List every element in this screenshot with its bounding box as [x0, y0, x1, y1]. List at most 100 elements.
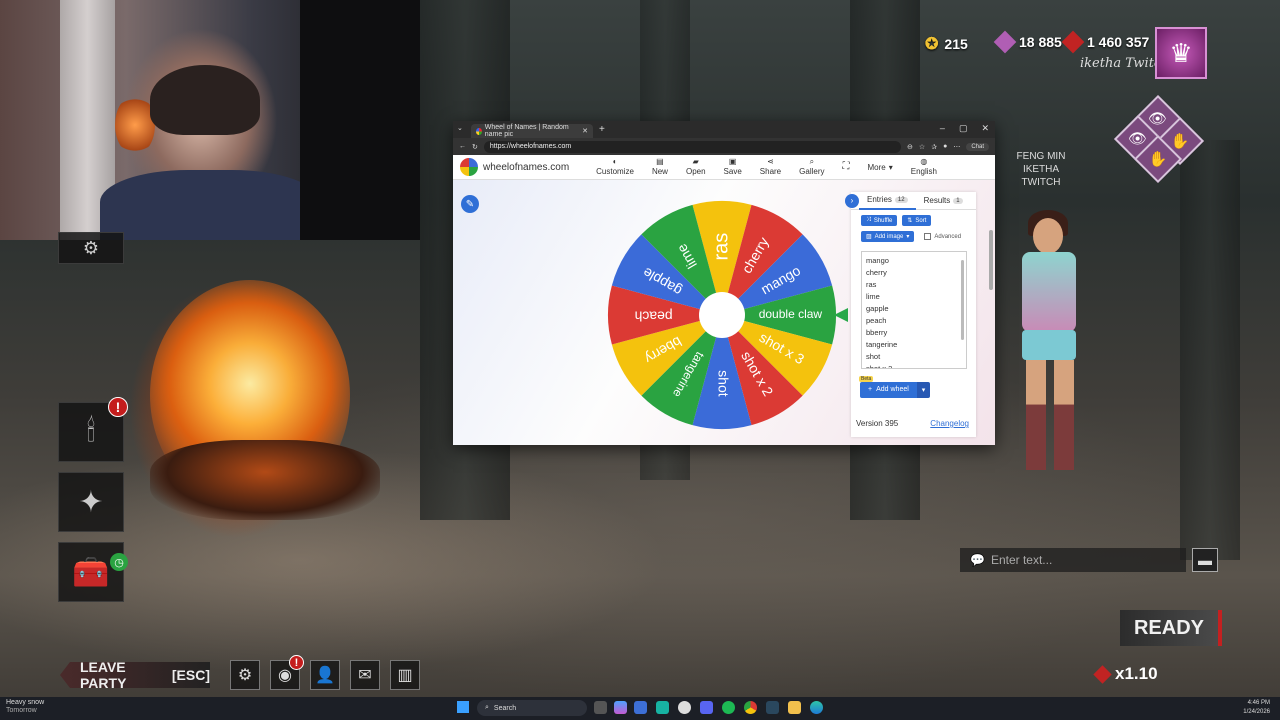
wheel[interactable]: ras cherry mango double claw shot x 3 shot x …: [606, 199, 838, 431]
changelog-link[interactable]: Changelog: [930, 419, 969, 428]
item-slot[interactable]: 🧰: [58, 542, 124, 602]
bookmark-star-icon[interactable]: ☆: [919, 143, 925, 151]
shards-counter: ✪ 215: [925, 34, 968, 54]
entry-item[interactable]: cherry: [866, 267, 962, 279]
entry-item[interactable]: shot x 2: [866, 363, 962, 368]
wheel-svg[interactable]: ras cherrymangodouble clawshot x 3shot x …: [606, 199, 838, 431]
edit-pen-icon[interactable]: ✎: [461, 195, 479, 213]
entry-item[interactable]: tangerine: [866, 339, 962, 351]
ready-button[interactable]: READY: [1120, 610, 1222, 646]
archives-icon[interactable]: ✉: [350, 660, 380, 690]
favorites-icon[interactable]: ✰: [931, 143, 937, 151]
steam-icon[interactable]: [766, 701, 779, 714]
entry-item[interactable]: bberry: [866, 327, 962, 339]
chat-toggle-button[interactable]: ▬: [1192, 548, 1218, 572]
nav-more[interactable]: More ▾: [867, 163, 892, 172]
entry-item[interactable]: gapple: [866, 303, 962, 315]
edge-icon[interactable]: [810, 701, 823, 714]
taskbar-search[interactable]: ⌕ Search: [477, 700, 587, 716]
nav-fullscreen[interactable]: ⛶: [842, 162, 849, 172]
close-icon[interactable]: ✕: [981, 123, 989, 134]
add-image-button[interactable]: ▨ Add image ▾: [861, 231, 915, 242]
nav-customize[interactable]: ◐ Customize: [596, 158, 634, 177]
site-brand[interactable]: wheelofnames.com: [483, 162, 569, 173]
image-icon: ▨: [866, 234, 872, 240]
entries-toolbar: ⤨ Shuffle ⇅ Sort: [851, 210, 976, 226]
entries-scrollbar[interactable]: [961, 260, 964, 340]
chat-input[interactable]: 💬 Enter text...: [960, 548, 1186, 572]
page-scrollbar[interactable]: [989, 230, 993, 290]
leave-party-button[interactable]: LEAVE PARTY [ESC]: [60, 662, 210, 688]
minimize-icon[interactable]: –: [940, 123, 945, 134]
new-file-icon: ▤: [656, 157, 664, 166]
new-tab-icon[interactable]: +: [599, 124, 605, 135]
version-label: Version 395: [856, 419, 899, 428]
entry-item[interactable]: shot: [866, 351, 962, 363]
copilot-chat-button[interactable]: Chat: [966, 142, 989, 151]
clock-badge-icon: ◷: [110, 553, 128, 571]
nav-save[interactable]: ▣ Save: [724, 158, 742, 177]
add-wheel-button[interactable]: + Add wheel: [860, 382, 917, 398]
wheel-logo-icon: [460, 158, 478, 176]
player-portrait[interactable]: ♛: [1155, 27, 1207, 79]
chrome-icon[interactable]: [744, 701, 757, 714]
file-explorer-icon[interactable]: [788, 701, 801, 714]
nav-open[interactable]: ▰ Open: [686, 158, 706, 177]
profile-avatar-icon[interactable]: ●: [943, 143, 947, 150]
address-bar[interactable]: https://wheelofnames.com: [483, 140, 902, 153]
entry-item[interactable]: mango: [866, 255, 962, 267]
globe-icon: ◍: [920, 157, 928, 166]
store-icon[interactable]: [634, 701, 647, 714]
task-view-icon[interactable]: [594, 701, 607, 714]
tab-results[interactable]: Results 1: [916, 192, 971, 210]
site-navbar: wheelofnames.com ◐ Customize ▤ New ▰ Open ▣…: [453, 155, 995, 180]
entries-textarea[interactable]: mango cherry ras lime gapple peach bberry tange…: [861, 251, 967, 369]
browser-tab[interactable]: Wheel of Names | Random name pic ✕: [471, 124, 593, 138]
wheel-segment-label: shot: [715, 370, 731, 397]
perk-slot[interactable]: ✦: [58, 472, 124, 532]
webcam-streamer: [150, 65, 260, 135]
entry-item[interactable]: lime: [866, 291, 962, 303]
back-icon[interactable]: ←: [459, 143, 466, 150]
zoom-icon[interactable]: ⊖: [907, 143, 913, 151]
settings-icon[interactable]: ⚙: [230, 660, 260, 690]
spotify-icon[interactable]: [722, 701, 735, 714]
system-clock[interactable]: 4:46 PM 1/24/2026: [1243, 699, 1270, 717]
shuffle-button[interactable]: ⤨ Shuffle: [861, 215, 898, 226]
entry-item[interactable]: peach: [866, 315, 962, 327]
wheel-favicon-icon: [476, 127, 482, 135]
windows-taskbar: Heavy snow Tomorrow ⌕ Search 4:46 PM 1/2…: [0, 697, 1280, 720]
advanced-checkbox[interactable]: Advanced: [924, 233, 961, 240]
nav-new[interactable]: ▤ New: [652, 157, 668, 177]
refresh-icon[interactable]: ↻: [472, 143, 478, 151]
window-controls: – ▢ ✕: [940, 123, 989, 134]
webcam-dark-area: [300, 0, 420, 240]
stats-icon[interactable]: ▥: [390, 660, 420, 690]
iridescent-shard-icon: [993, 30, 1017, 54]
webcam-overlay: [0, 0, 420, 240]
leave-party-label: LEAVE PARTY: [80, 659, 127, 691]
nav-share[interactable]: ⋖ Share: [760, 158, 781, 177]
discord-icon[interactable]: [700, 701, 713, 714]
tab-entries[interactable]: Entries 12: [859, 192, 916, 210]
nav-gallery[interactable]: ⌕ Gallery: [799, 158, 824, 177]
menu-dots-icon[interactable]: ⋯: [953, 143, 960, 151]
item-slot-icon[interactable]: ⚙: [58, 232, 124, 264]
nav-language[interactable]: ◍ English: [911, 157, 937, 177]
weather-text: Heavy snow: [6, 699, 45, 706]
maximize-icon[interactable]: ▢: [959, 123, 968, 134]
collapse-panel-icon[interactable]: ›: [845, 193, 859, 208]
ghost-app-icon[interactable]: [678, 701, 691, 714]
tab-close-icon[interactable]: ✕: [582, 127, 588, 135]
start-icon[interactable]: [457, 701, 469, 713]
app-icon[interactable]: [656, 701, 669, 714]
copilot-icon[interactable]: [614, 701, 627, 714]
sort-button[interactable]: ⇅ Sort: [902, 215, 932, 226]
entry-item[interactable]: ras: [866, 279, 962, 291]
add-wheel-dropdown[interactable]: ▾: [916, 382, 931, 398]
weather-widget[interactable]: Heavy snow Tomorrow: [6, 699, 44, 715]
friends-icon[interactable]: 👤: [310, 660, 340, 690]
tab-list-icon[interactable]: ⌄: [457, 124, 463, 132]
sort-label: Sort: [915, 217, 927, 224]
wheel-center[interactable]: [699, 292, 745, 338]
